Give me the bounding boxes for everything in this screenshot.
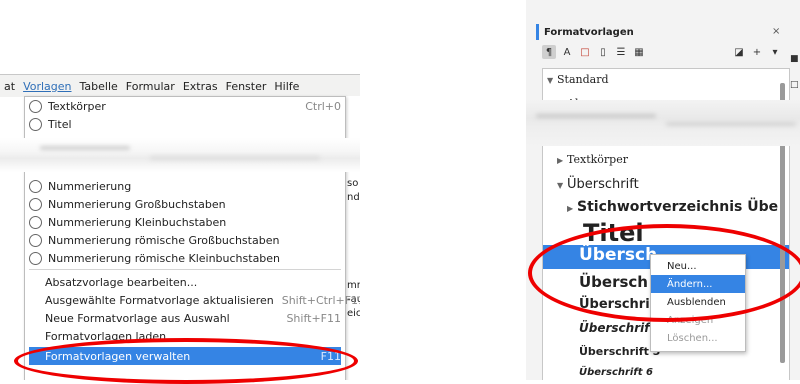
menu-format-truncated[interactable]: at (0, 80, 19, 93)
doc-text-fragment: nd (347, 192, 360, 203)
frame-styles-icon[interactable]: □ (578, 45, 592, 59)
radio-icon (29, 251, 42, 265)
tree-item-titel[interactable]: Titel (583, 219, 789, 247)
menu-formular[interactable]: Formular (122, 80, 179, 93)
radio-icon (29, 197, 42, 211)
radio-icon (29, 117, 42, 131)
fill-format-icon[interactable]: ◪ (732, 45, 746, 59)
styles-sidebar-pane: Formatvorlagen × ¶ A □ ▯ ☰ ▦ ◪ + ▾ ▼ Stan… (526, 0, 800, 380)
doc-text-fragment: eich (347, 308, 360, 319)
blur-band (0, 138, 360, 172)
blur-streak (536, 114, 656, 118)
context-ausblenden[interactable]: Ausblenden (651, 293, 745, 311)
menu-item-absatzvorlage-bearbeiten[interactable]: Absatzvorlage bearbeiten... (29, 273, 341, 291)
context-aendern[interactable]: Ändern... (651, 275, 745, 293)
tree-item-ueberschrift[interactable]: ▼ Überschrift (557, 177, 789, 192)
doc-text-fragment: so (347, 178, 359, 189)
radio-icon (29, 99, 42, 113)
menu-extras[interactable]: Extras (179, 80, 222, 93)
triangle-down-icon: ▼ (547, 76, 554, 85)
dropdown-icon[interactable]: ▾ (768, 45, 782, 59)
table-styles-icon[interactable]: ▦ (632, 45, 646, 59)
menu-item-formatvorlagen-laden[interactable]: Formatvorlagen laden... (29, 327, 341, 345)
sidebar-tab-strip: ■ □ (790, 40, 800, 380)
menu-item-titel[interactable]: Titel (29, 115, 341, 133)
menu-tabelle[interactable]: Tabelle (76, 80, 122, 93)
doc-text-fragment: mm (347, 280, 360, 291)
context-neu[interactable]: Neu... (651, 257, 745, 275)
sidebar-title: Formatvorlagen (536, 24, 796, 40)
blur-streak (150, 156, 320, 160)
menubar: at Vorlagen Tabelle Formular Extras Fens… (0, 74, 360, 97)
menu-item-nummerierung[interactable]: Nummerierung (29, 177, 341, 195)
menu-item-formatvorlage-aktualisieren[interactable]: Ausgewählte Formatvorlage aktualisieren … (29, 291, 360, 309)
menu-item-neue-formatvorlage[interactable]: Neue Formatvorlage aus Auswahl Shift+F11 (29, 309, 341, 327)
writer-menu-pane: at Vorlagen Tabelle Formular Extras Fens… (0, 0, 360, 380)
tree-item-ueberschrift-6[interactable]: Überschrift 6 (579, 367, 789, 378)
style-category-toolbar: ¶ A □ ▯ ☰ ▦ ◪ + ▾ (542, 42, 786, 62)
tree-item-standard[interactable]: ▼ Standard (547, 73, 789, 86)
radio-icon (29, 179, 42, 193)
radio-icon (29, 233, 42, 247)
page-icon[interactable]: □ (790, 80, 799, 90)
triangle-right-icon: ▶ (567, 204, 574, 213)
menu-item-nummerierung-klein[interactable]: Nummerierung Kleinbuchstaben (29, 213, 341, 231)
menu-separator (29, 269, 341, 270)
tree-item-textkoerper[interactable]: ▶ Textkörper (557, 153, 789, 166)
blur-streak (40, 146, 130, 150)
paragraph-styles-icon[interactable]: ¶ (542, 45, 556, 59)
triangle-right-icon: ▶ (557, 156, 564, 165)
context-loeschen: Löschen... (667, 332, 718, 344)
menu-item-nummerierung-roem-klein[interactable]: Nummerierung römische Kleinbuchstaben (29, 249, 341, 267)
blur-streak (666, 122, 796, 126)
character-styles-icon[interactable]: A (560, 45, 574, 59)
page-styles-icon[interactable]: ▯ (596, 45, 610, 59)
menu-item-nummerierung-roem-gross[interactable]: Nummerierung römische Großbuchstaben (29, 231, 341, 249)
style-context-menu: Neu... Ändern... Ausblenden Anzeigen Lös… (650, 254, 746, 352)
new-style-icon[interactable]: + (750, 45, 764, 59)
context-anzeigen: Anzeigen (667, 314, 714, 326)
tree-item-stichwortverzeichnis[interactable]: ▶ Stichwortverzeichnis Übe (567, 199, 789, 215)
menu-hilfe[interactable]: Hilfe (270, 80, 303, 93)
menu-item-nummerierung-gross[interactable]: Nummerierung Großbuchstaben (29, 195, 341, 213)
list-styles-icon[interactable]: ☰ (614, 45, 628, 59)
menu-fenster[interactable]: Fenster (222, 80, 271, 93)
properties-icon[interactable]: ■ (790, 54, 799, 64)
menu-item-formatvorlagen-verwalten[interactable]: Formatvorlagen verwalten F11 (29, 347, 341, 365)
menu-vorlagen[interactable]: Vorlagen (19, 80, 75, 93)
close-icon[interactable]: × (772, 26, 780, 37)
radio-icon (29, 215, 42, 229)
blur-band (526, 100, 800, 146)
menu-item-textkoerper[interactable]: Textkörper Ctrl+0 (29, 97, 341, 115)
triangle-down-icon: ▼ (557, 181, 564, 190)
